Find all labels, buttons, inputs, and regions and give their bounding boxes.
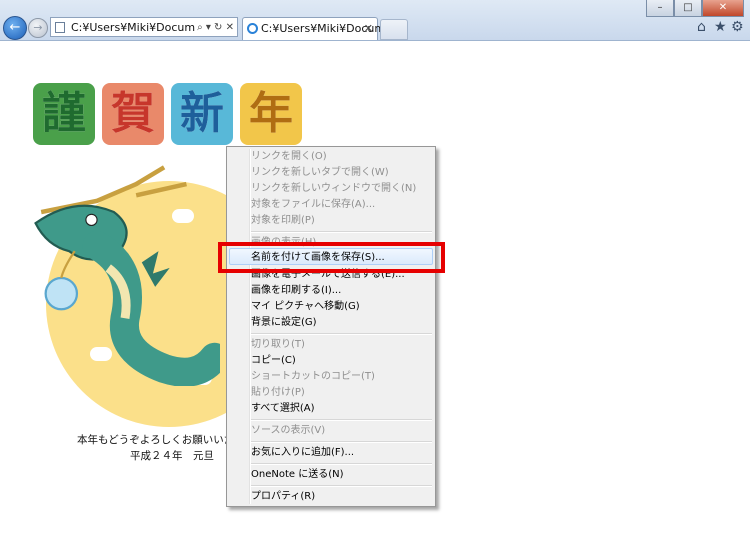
title-tile-3: 新 (171, 83, 233, 145)
menu-item-open-in-new-window[interactable]: リンクを新しいウィンドウで開く(N) (251, 181, 416, 196)
menu-separator (251, 419, 432, 421)
menu-item-open-link[interactable]: リンクを開く(O) (251, 149, 327, 164)
menu-item-add-to-favorites[interactable]: お気に入りに追加(F)... (251, 445, 354, 460)
context-menu: リンクを開く(O) リンクを新しいタブで開く(W) リンクを新しいウィンドウで開… (226, 146, 436, 507)
menu-item-go-to-my-pictures[interactable]: マイ ピクチャへ移動(G) (251, 299, 360, 314)
scrollbar-edge (746, 41, 750, 533)
ie-icon (247, 23, 258, 34)
annotation-highlight-box (218, 242, 445, 273)
menu-item-cut[interactable]: 切り取り(T) (251, 337, 305, 352)
menu-item-print-target[interactable]: 対象を印刷(P) (251, 213, 315, 228)
menu-item-select-all[interactable]: すべて選択(A) (251, 401, 315, 416)
address-tools[interactable]: ⌕ ▾ ↻ ✕ (195, 18, 234, 36)
menu-item-send-to-onenote[interactable]: OneNote に送る(N) (251, 467, 344, 482)
menu-separator (251, 463, 432, 465)
browser-toolbar: – □ ✕ ← → C:¥Users¥Miki¥Documents¥ ⌕ ▾ ↻… (0, 0, 750, 41)
greeting-line-2: 平成２４年 元旦 (130, 450, 214, 462)
document-icon (55, 22, 65, 33)
menu-item-copy-shortcut[interactable]: ショートカットのコピー(T) (251, 369, 375, 384)
tab-active[interactable]: C:¥Users¥Miki¥Docume... ✕ (242, 17, 402, 40)
menu-item-view-source[interactable]: ソースの表示(V) (251, 423, 325, 438)
menu-item-copy[interactable]: コピー(C) (251, 353, 296, 368)
menu-item-paste[interactable]: 貼り付け(P) (251, 385, 305, 400)
address-bar[interactable]: C:¥Users¥Miki¥Documents¥ ⌕ ▾ ↻ ✕ (50, 17, 238, 37)
menu-separator (251, 485, 432, 487)
tab-close-icon[interactable]: ✕ (364, 18, 373, 40)
back-button[interactable]: ← (3, 16, 27, 40)
forward-button[interactable]: → (28, 18, 48, 38)
window-buttons: – □ ✕ (646, 0, 744, 17)
menu-separator (251, 333, 432, 335)
greeting-line-1: 本年もどうぞよろしくお願いいたします (77, 434, 227, 446)
dragon-illustration (34, 165, 220, 386)
maximize-button[interactable]: □ (674, 0, 702, 17)
home-icon[interactable]: ⌂ (697, 19, 706, 35)
menu-item-save-target[interactable]: 対象をファイルに保存(A)... (251, 197, 375, 212)
tools-icon[interactable]: ⚙ (731, 19, 744, 35)
menu-item-set-as-background[interactable]: 背景に設定(G) (251, 315, 317, 330)
new-tab-button[interactable] (380, 19, 408, 40)
favorites-icon[interactable]: ★ (714, 19, 727, 35)
menu-item-print-picture[interactable]: 画像を印刷する(I)... (251, 283, 341, 298)
menu-separator (251, 441, 432, 443)
title-tile-2: 賀 (102, 83, 164, 145)
menu-item-properties[interactable]: プロパティ(R) (251, 489, 315, 504)
title-tile-4: 年 (240, 83, 302, 145)
minimize-button[interactable]: – (646, 0, 674, 17)
title-tile-1: 謹 (33, 83, 95, 145)
menu-separator (251, 231, 432, 233)
close-window-button[interactable]: ✕ (702, 0, 744, 17)
menu-item-open-in-new-tab[interactable]: リンクを新しいタブで開く(W) (251, 165, 389, 180)
